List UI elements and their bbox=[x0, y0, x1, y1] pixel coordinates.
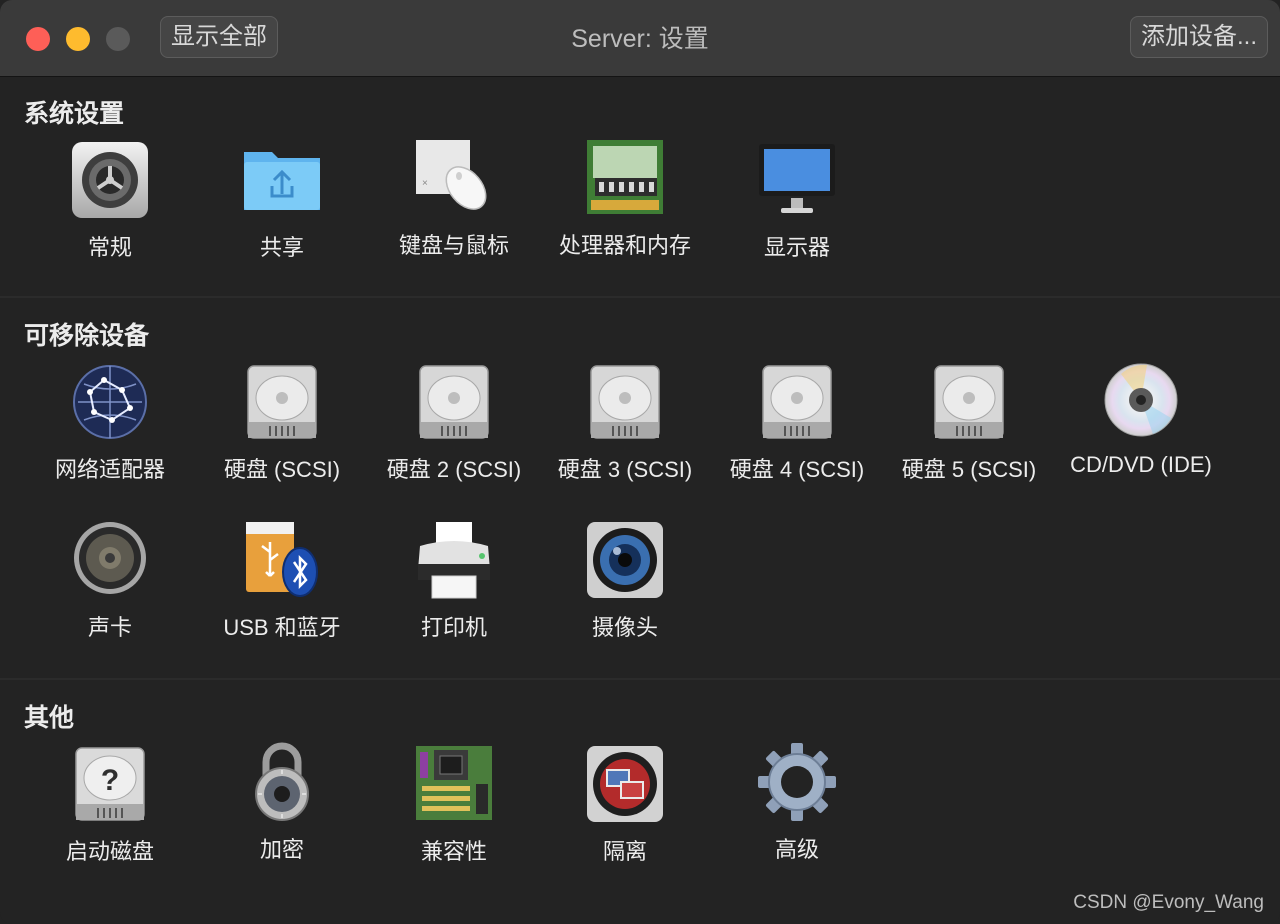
item-encryption[interactable]: 加密 bbox=[197, 742, 367, 882]
gear-icon bbox=[72, 142, 148, 218]
item-camera[interactable]: 摄像头 bbox=[540, 520, 710, 660]
item-display[interactable]: 显示器 bbox=[712, 140, 882, 280]
motherboard-icon bbox=[416, 746, 492, 820]
display-icon bbox=[759, 144, 835, 213]
show-all-button[interactable]: 显示全部 bbox=[160, 16, 278, 58]
item-processor-memory[interactable]: 处理器和内存 bbox=[540, 138, 710, 278]
item-label: 打印机 bbox=[420, 615, 487, 640]
item-compatibility[interactable]: 兼容性 bbox=[369, 744, 539, 884]
item-keyboard-mouse[interactable]: × 键盘与鼠标 bbox=[369, 138, 539, 278]
section-heading-other: 其他 bbox=[24, 704, 75, 732]
item-isolation[interactable]: 隔离 bbox=[540, 744, 710, 884]
item-sharing[interactable]: 共享 bbox=[197, 140, 367, 280]
item-label: 声卡 bbox=[87, 615, 132, 640]
item-label: 网络适配器 bbox=[54, 457, 165, 482]
item-label: 硬盘 4 (SCSI) bbox=[729, 457, 865, 482]
item-label: 摄像头 bbox=[591, 615, 658, 640]
svg-text:?: ? bbox=[101, 764, 119, 797]
svg-text:×: × bbox=[422, 178, 428, 189]
item-label: 硬盘 5 (SCSI) bbox=[901, 457, 1037, 482]
item-usb-bluetooth[interactable]: USB 和蓝牙 bbox=[197, 520, 367, 660]
network-globe-icon bbox=[73, 365, 147, 439]
item-label: 常规 bbox=[87, 235, 132, 260]
memory-chip-icon bbox=[587, 140, 663, 214]
item-label: 高级 bbox=[774, 837, 819, 862]
cd-dvd-icon bbox=[1104, 363, 1178, 437]
hard-disk-icon bbox=[590, 365, 660, 439]
item-label: 显示器 bbox=[763, 235, 830, 260]
hard-disk-icon bbox=[762, 365, 832, 439]
item-sound-card[interactable]: 声卡 bbox=[25, 520, 195, 660]
hard-disk-icon bbox=[419, 365, 489, 439]
zoom-button[interactable] bbox=[106, 27, 130, 51]
item-hard-disk-2[interactable]: 硬盘 2 (SCSI) bbox=[369, 362, 539, 502]
advanced-gear-icon bbox=[758, 743, 836, 821]
camera-icon bbox=[587, 522, 663, 598]
item-hard-disk-5[interactable]: 硬盘 5 (SCSI) bbox=[884, 362, 1054, 502]
hard-disk-icon bbox=[247, 365, 317, 439]
item-advanced[interactable]: 高级 bbox=[712, 742, 882, 882]
section-separator bbox=[0, 296, 1280, 298]
item-label: 共享 bbox=[259, 235, 304, 260]
close-button[interactable] bbox=[26, 27, 50, 51]
section-heading-system: 系统设置 bbox=[24, 100, 125, 128]
watermark: CSDN @Evony_Wang bbox=[1073, 892, 1264, 913]
shared-folder-icon bbox=[244, 152, 320, 210]
item-printer[interactable]: 打印机 bbox=[369, 520, 539, 660]
item-general[interactable]: 常规 bbox=[25, 140, 195, 280]
section-heading-removable: 可移除设备 bbox=[24, 322, 150, 350]
title-bar: Server: 设置 显示全部 添加设备... bbox=[0, 0, 1280, 77]
hard-disk-icon bbox=[934, 365, 1004, 439]
item-label: 隔离 bbox=[602, 839, 647, 864]
item-label: 加密 bbox=[259, 837, 304, 862]
item-label: 硬盘 2 (SCSI) bbox=[386, 457, 522, 482]
item-hard-disk-1[interactable]: 硬盘 (SCSI) bbox=[197, 362, 367, 502]
item-label: USB 和蓝牙 bbox=[223, 615, 341, 640]
item-startup-disk[interactable]: ? 启动磁盘 bbox=[25, 744, 195, 884]
padlock-icon bbox=[255, 742, 309, 821]
keyboard-mouse-icon: × bbox=[416, 140, 487, 210]
item-label: 硬盘 (SCSI) bbox=[223, 457, 341, 482]
isolation-icon bbox=[587, 746, 663, 822]
item-label: 键盘与鼠标 bbox=[398, 233, 509, 258]
item-label: 处理器和内存 bbox=[558, 233, 691, 258]
usb-bluetooth-icon bbox=[246, 522, 318, 597]
add-device-button[interactable]: 添加设备... bbox=[1129, 16, 1268, 58]
item-network-adapter[interactable]: 网络适配器 bbox=[25, 362, 195, 502]
printer-icon bbox=[418, 522, 490, 599]
item-label: 启动磁盘 bbox=[65, 839, 154, 864]
settings-window: Server: 设置 显示全部 添加设备... 系统设置 常规 共享 × 键盘与… bbox=[0, 0, 1280, 924]
speaker-icon bbox=[74, 522, 146, 594]
startup-disk-icon: ? bbox=[75, 747, 145, 821]
item-cd-dvd[interactable]: CD/DVD (IDE) bbox=[1056, 362, 1226, 502]
item-hard-disk-4[interactable]: 硬盘 4 (SCSI) bbox=[712, 362, 882, 502]
item-hard-disk-3[interactable]: 硬盘 3 (SCSI) bbox=[540, 362, 710, 502]
item-label: 兼容性 bbox=[420, 839, 487, 864]
minimize-button[interactable] bbox=[66, 27, 90, 51]
item-label: 硬盘 3 (SCSI) bbox=[557, 457, 693, 482]
item-label: CD/DVD (IDE) bbox=[1070, 452, 1212, 477]
section-separator bbox=[0, 678, 1280, 680]
